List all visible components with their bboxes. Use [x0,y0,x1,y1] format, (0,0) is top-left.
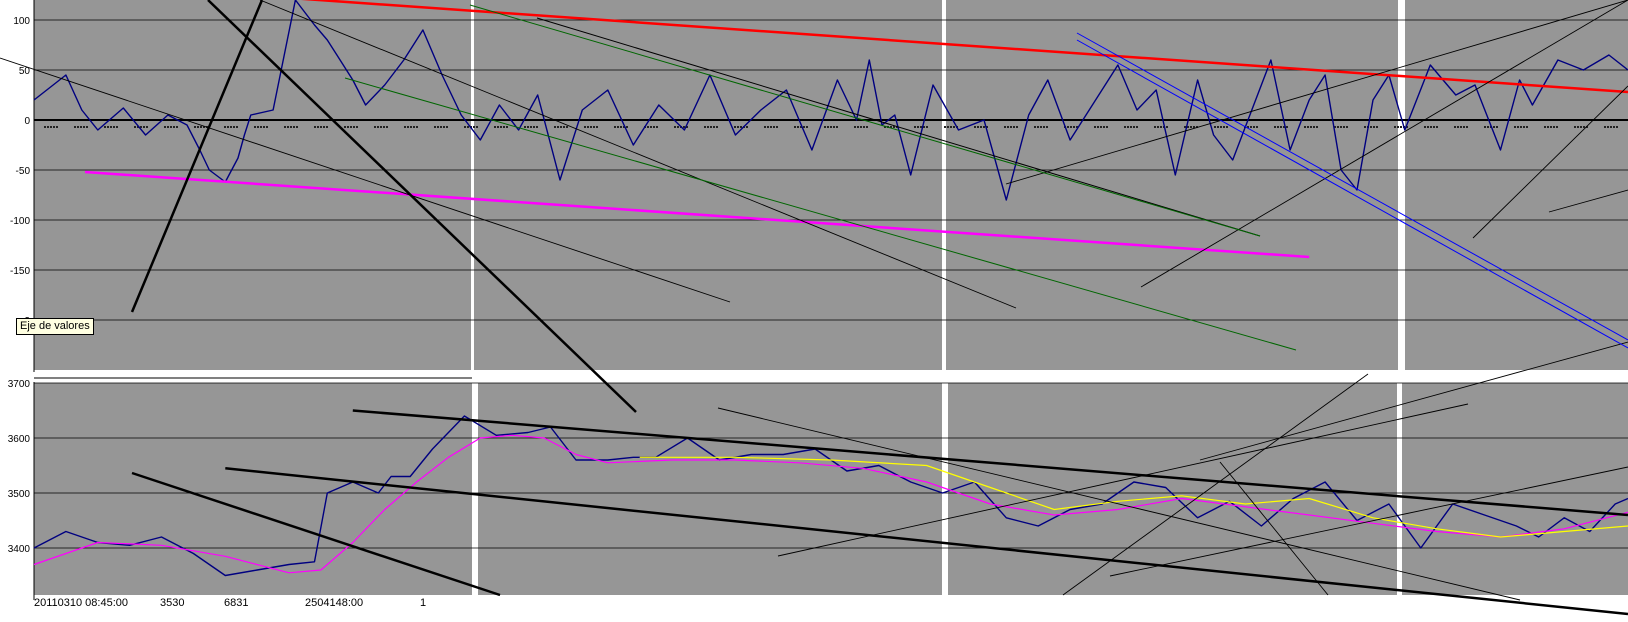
x-tick-label: 20110310 08:45:00 [34,597,128,609]
bottom-y-tick-label: 3400 [8,544,31,555]
top-y-tick-label: -100 [10,216,30,227]
top-y-tick-label: -50 [16,166,31,177]
top-panel-1 [34,0,471,370]
bottom-panel-2 [478,383,942,595]
bottom-x-axis: 20110310 08:45:00 3530 6831 2504148:00 1 [34,597,426,609]
x-tick-label: 3530 [160,597,184,609]
bottom-y-tick-label: 3500 [8,489,31,500]
x-tick-label: 2504148:00 [305,597,363,609]
bottom-y-tick-label: 3700 [8,379,31,390]
bottom-panel-4 [1402,383,1628,595]
x-tick-label: 6831 [224,597,248,609]
top-panel-4 [1405,0,1628,370]
bottom-y-tick-label: 3600 [8,434,31,445]
bottom-y-axis[interactable]: 3700 3600 3500 3400 [8,379,31,555]
top-y-tick-label: 0 [24,116,30,127]
top-y-tick-label: 100 [13,16,30,27]
axis-tooltip: Eje de valores [16,318,94,335]
x-tick-label: 1 [420,597,426,609]
chart-canvas: 100500-50-100-150-2 3700360035003400 201… [0,0,1628,616]
top-y-tick-label: -150 [10,266,30,277]
top-panel-2 [474,0,942,370]
